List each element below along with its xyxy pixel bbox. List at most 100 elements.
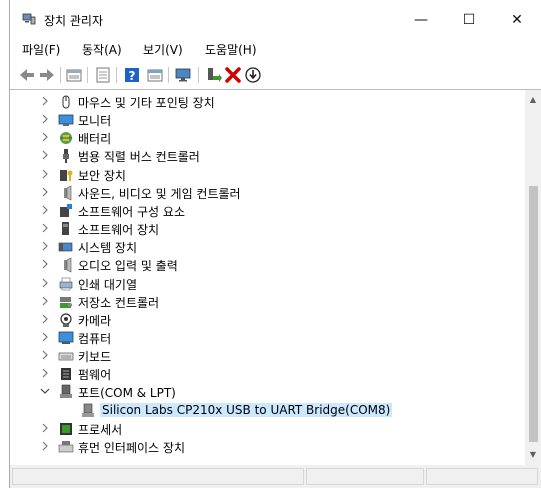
category-label: 카메라	[78, 313, 112, 328]
category-item[interactable]: 포트(COM & LPT)	[10, 383, 520, 401]
chevron-right-icon[interactable]	[40, 222, 50, 234]
menu-file[interactable]: 파일(F)	[22, 41, 60, 58]
category-item[interactable]: 소프트웨어 장치	[10, 220, 520, 238]
device-view-icon[interactable]	[65, 66, 83, 84]
chevron-right-icon[interactable]	[40, 131, 50, 143]
chevron-right-icon[interactable]	[40, 113, 50, 125]
device-item[interactable]: Silicon Labs CP210x USB to UART Bridge(C…	[10, 402, 520, 420]
device-manager-icon	[22, 13, 36, 25]
printer-icon	[59, 277, 73, 290]
toolbar: ?	[10, 62, 541, 88]
toolbar-separator	[116, 67, 117, 83]
category-label: 인쇄 대기열	[78, 277, 138, 292]
category-item[interactable]: 시스템 장치	[10, 238, 520, 256]
menu-help[interactable]: 도움말(H)	[205, 41, 257, 58]
chevron-right-icon[interactable]	[40, 331, 50, 343]
category-item[interactable]: 배터리	[10, 129, 520, 147]
category-item[interactable]: 펌웨어	[10, 365, 520, 383]
vertical-scrollbar[interactable]: ▲ ▼	[525, 90, 541, 465]
category-item[interactable]: 인쇄 대기열	[10, 275, 520, 293]
processor-icon	[60, 422, 72, 435]
category-item[interactable]: 키보드	[10, 347, 520, 365]
computer-icon	[58, 331, 74, 344]
category-label: 휴먼 인터페이스 장치	[78, 440, 185, 455]
chevron-right-icon[interactable]	[40, 204, 50, 216]
system-icon	[58, 242, 73, 252]
port-device-icon	[82, 403, 94, 417]
category-label: 소프트웨어 구성 요소	[78, 204, 185, 219]
enable-device-icon[interactable]	[204, 66, 222, 84]
minimize-button[interactable]: —	[398, 6, 444, 34]
speaker-icon	[64, 185, 72, 201]
chevron-right-icon[interactable]	[40, 258, 50, 270]
battery-icon	[60, 132, 72, 145]
toolbar-separator	[198, 67, 199, 83]
monitor-icon[interactable]	[174, 66, 192, 84]
scroll-thumb[interactable]	[529, 186, 538, 442]
chevron-right-icon[interactable]	[40, 349, 50, 361]
status-bar	[10, 465, 541, 488]
device-tree: 마우스 및 기타 포인팅 장치 모니터배터리 범용 직렬 버스 컨트롤러보안 장치사…	[10, 89, 541, 466]
category-label: 보안 장치	[78, 168, 126, 183]
uninstall-icon[interactable]	[224, 66, 242, 84]
properties-icon[interactable]	[94, 66, 112, 84]
category-item[interactable]: 카메라	[10, 311, 520, 329]
chevron-right-icon[interactable]	[40, 367, 50, 379]
toolbar-separator	[87, 67, 88, 83]
help-icon[interactable]: ?	[123, 66, 141, 84]
port-icon	[60, 385, 72, 399]
chevron-down-icon[interactable]	[40, 385, 50, 397]
category-item[interactable]: 보안 장치	[10, 166, 520, 184]
category-item[interactable]: 오디오 입력 및 출력	[10, 256, 520, 274]
device-label: Silicon Labs CP210x USB to UART Bridge(C…	[100, 402, 393, 417]
chevron-right-icon[interactable]	[40, 168, 50, 180]
chevron-right-icon[interactable]	[40, 295, 50, 307]
category-label: 프로세서	[78, 422, 123, 437]
software-device-icon	[62, 222, 69, 236]
chevron-right-icon[interactable]	[40, 277, 50, 289]
category-item[interactable]: 컴퓨터	[10, 329, 520, 347]
storage-icon	[60, 296, 72, 308]
camera-icon	[60, 313, 72, 327]
menu-action[interactable]: 동작(A)	[82, 41, 122, 58]
maximize-button[interactable]: ☐	[446, 6, 492, 34]
chevron-right-icon[interactable]	[40, 240, 50, 252]
hid-icon	[58, 440, 74, 453]
category-label: 사운드, 비디오 및 게임 컨트롤러	[78, 186, 241, 201]
category-label: 컴퓨터	[78, 331, 112, 346]
scroll-up-icon[interactable]: ▲	[528, 95, 538, 105]
category-label: 저장소 컨트롤러	[78, 295, 160, 310]
category-label: 배터리	[78, 132, 112, 147]
category-item[interactable]: 프로세서	[10, 420, 520, 438]
category-label: 오디오 입력 및 출력	[78, 259, 178, 274]
close-button[interactable]: ✕	[494, 6, 540, 34]
chevron-right-icon[interactable]	[40, 186, 50, 198]
category-item[interactable]: 저장소 컨트롤러	[10, 293, 520, 311]
scroll-down-icon[interactable]: ▼	[528, 450, 538, 460]
usb-icon	[63, 149, 69, 164]
toolbar-separator	[60, 67, 61, 83]
category-item[interactable]: 마우스 및 기타 포인팅 장치	[10, 93, 520, 111]
back-icon[interactable]	[18, 66, 36, 84]
category-item[interactable]: 사운드, 비디오 및 게임 컨트롤러	[10, 184, 520, 202]
category-item[interactable]: 소프트웨어 구성 요소	[10, 202, 520, 220]
status-segment	[426, 468, 538, 485]
menu-view[interactable]: 보기(V)	[143, 41, 183, 58]
category-item[interactable]: 범용 직렬 버스 컨트롤러	[10, 147, 520, 165]
update-driver-icon[interactable]	[244, 66, 262, 84]
software-component-icon	[60, 203, 72, 217]
category-item[interactable]: 휴먼 인터페이스 장치	[10, 438, 520, 456]
chevron-right-icon[interactable]	[40, 95, 50, 107]
chevron-right-icon[interactable]	[40, 149, 50, 161]
title-bar: 장치 관리자 — ☐ ✕	[10, 0, 541, 36]
chevron-right-icon[interactable]	[40, 440, 50, 452]
details-icon[interactable]	[146, 66, 164, 84]
chevron-right-icon[interactable]	[40, 313, 50, 325]
category-label: 포트(COM & LPT)	[78, 386, 176, 401]
forward-icon[interactable]	[38, 66, 56, 84]
toolbar-separator	[168, 67, 169, 83]
monitor-icon	[58, 114, 74, 127]
chevron-right-icon[interactable]	[40, 422, 50, 434]
status-segment	[306, 468, 424, 485]
category-item[interactable]: 모니터	[10, 111, 520, 129]
